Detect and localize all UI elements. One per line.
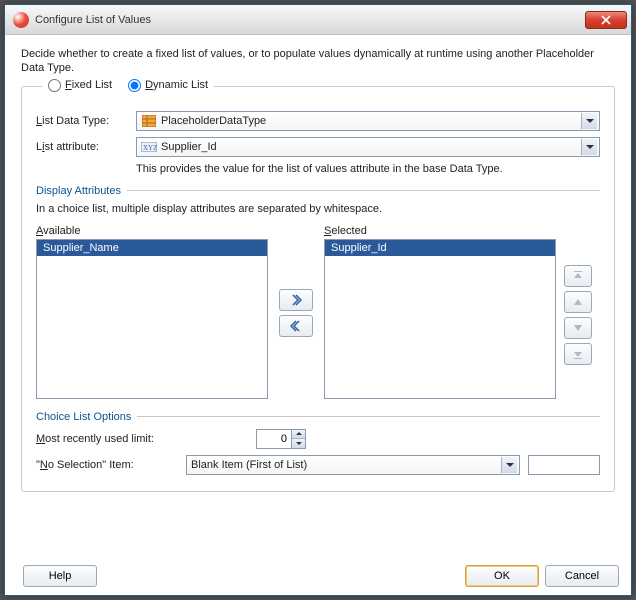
shuttle-buttons bbox=[276, 225, 316, 401]
data-type-icon bbox=[141, 114, 157, 128]
list-item[interactable]: Supplier_Name bbox=[37, 240, 267, 256]
selected-label: Selected bbox=[324, 225, 556, 237]
shuttle: Available Supplier_Name Selected bbox=[36, 225, 600, 401]
chevron-left-icon bbox=[290, 320, 302, 332]
no-selection-combo[interactable]: Blank Item (First of List) bbox=[186, 455, 520, 475]
list-data-type-combo[interactable]: PlaceholderDataType bbox=[136, 111, 600, 131]
fixed-list-input[interactable] bbox=[48, 79, 61, 92]
selected-column: Selected Supplier_Id bbox=[324, 225, 556, 399]
attribute-icon: XYZ bbox=[141, 140, 157, 154]
mru-spin-buttons bbox=[292, 429, 306, 449]
available-listbox[interactable]: Supplier_Name bbox=[36, 239, 268, 399]
list-attribute-hint: This provides the value for the list of … bbox=[136, 163, 600, 175]
available-column: Available Supplier_Name bbox=[36, 225, 268, 399]
list-attribute-value: Supplier_Id bbox=[161, 141, 581, 153]
mru-label: Most recently used limit: bbox=[36, 433, 186, 445]
list-attribute-row: List attribute: XYZ Supplier_Id bbox=[36, 137, 600, 157]
cancel-button[interactable]: Cancel bbox=[545, 565, 619, 587]
mru-spinner[interactable] bbox=[256, 429, 306, 449]
mru-row: Most recently used limit: bbox=[36, 429, 600, 449]
list-item[interactable]: Supplier_Id bbox=[325, 240, 555, 256]
dynamic-list-label: Dynamic List bbox=[145, 79, 208, 91]
fixed-list-radio[interactable]: Fixed List bbox=[48, 79, 112, 92]
display-attributes-desc: In a choice list, multiple display attri… bbox=[36, 203, 600, 215]
list-data-type-value: PlaceholderDataType bbox=[161, 115, 581, 127]
dialog-window: Configure List of Values Decide whether … bbox=[4, 4, 632, 596]
move-down-button[interactable] bbox=[564, 317, 592, 339]
selected-listbox[interactable]: Supplier_Id bbox=[324, 239, 556, 399]
display-attributes-heading: Display Attributes bbox=[36, 185, 600, 197]
dialog-content: Decide whether to create a fixed list of… bbox=[5, 35, 631, 557]
no-selection-value: Blank Item (First of List) bbox=[191, 459, 501, 471]
list-attribute-combo[interactable]: XYZ Supplier_Id bbox=[136, 137, 600, 157]
move-bottom-button[interactable] bbox=[564, 343, 592, 365]
fixed-list-label: Fixed List bbox=[65, 79, 112, 91]
chevron-down-icon[interactable] bbox=[581, 113, 597, 129]
window-title: Configure List of Values bbox=[35, 14, 585, 26]
svg-text:XYZ: XYZ bbox=[143, 144, 157, 152]
available-label: Available bbox=[36, 225, 268, 237]
arrow-down-icon bbox=[572, 322, 584, 334]
list-attribute-label: List attribute: bbox=[36, 141, 136, 153]
chevron-right-icon bbox=[290, 294, 302, 306]
spinner-up-button[interactable] bbox=[292, 430, 305, 440]
titlebar[interactable]: Configure List of Values bbox=[5, 5, 631, 35]
intro-description: Decide whether to create a fixed list of… bbox=[21, 47, 615, 76]
spinner-down-button[interactable] bbox=[292, 439, 305, 448]
list-type-radios: Fixed List Dynamic List bbox=[42, 79, 214, 92]
dynamic-list-radio[interactable]: Dynamic List bbox=[128, 79, 208, 92]
no-selection-row: "No Selection" Item: Blank Item (First o… bbox=[36, 455, 600, 475]
app-icon bbox=[13, 12, 29, 28]
move-up-button[interactable] bbox=[564, 291, 592, 313]
list-type-group: Fixed List Dynamic List List Data Type: … bbox=[21, 86, 615, 492]
chevron-down-icon[interactable] bbox=[581, 139, 597, 155]
move-right-button[interactable] bbox=[279, 289, 313, 311]
close-icon bbox=[601, 15, 611, 25]
arrow-top-icon bbox=[572, 270, 584, 282]
dynamic-list-input[interactable] bbox=[128, 79, 141, 92]
choice-list-options-heading: Choice List Options bbox=[36, 411, 600, 423]
chevron-down-icon[interactable] bbox=[501, 457, 517, 473]
arrow-up-icon bbox=[572, 296, 584, 308]
move-top-button[interactable] bbox=[564, 265, 592, 287]
close-button[interactable] bbox=[585, 11, 627, 29]
no-selection-text-input[interactable] bbox=[528, 455, 600, 475]
mru-input[interactable] bbox=[256, 429, 292, 449]
order-buttons bbox=[564, 225, 600, 365]
display-attributes-title: Display Attributes bbox=[36, 185, 121, 197]
ok-button[interactable]: OK bbox=[465, 565, 539, 587]
no-selection-label: "No Selection" Item: bbox=[36, 459, 186, 471]
list-data-type-row: List Data Type: PlaceholderDataType bbox=[36, 111, 600, 131]
move-left-button[interactable] bbox=[279, 315, 313, 337]
dialog-footer: Help OK Cancel bbox=[5, 557, 631, 595]
choice-list-options-title: Choice List Options bbox=[36, 411, 131, 423]
arrow-bottom-icon bbox=[572, 348, 584, 360]
list-data-type-label: List Data Type: bbox=[36, 115, 136, 127]
help-button[interactable]: Help bbox=[23, 565, 97, 587]
